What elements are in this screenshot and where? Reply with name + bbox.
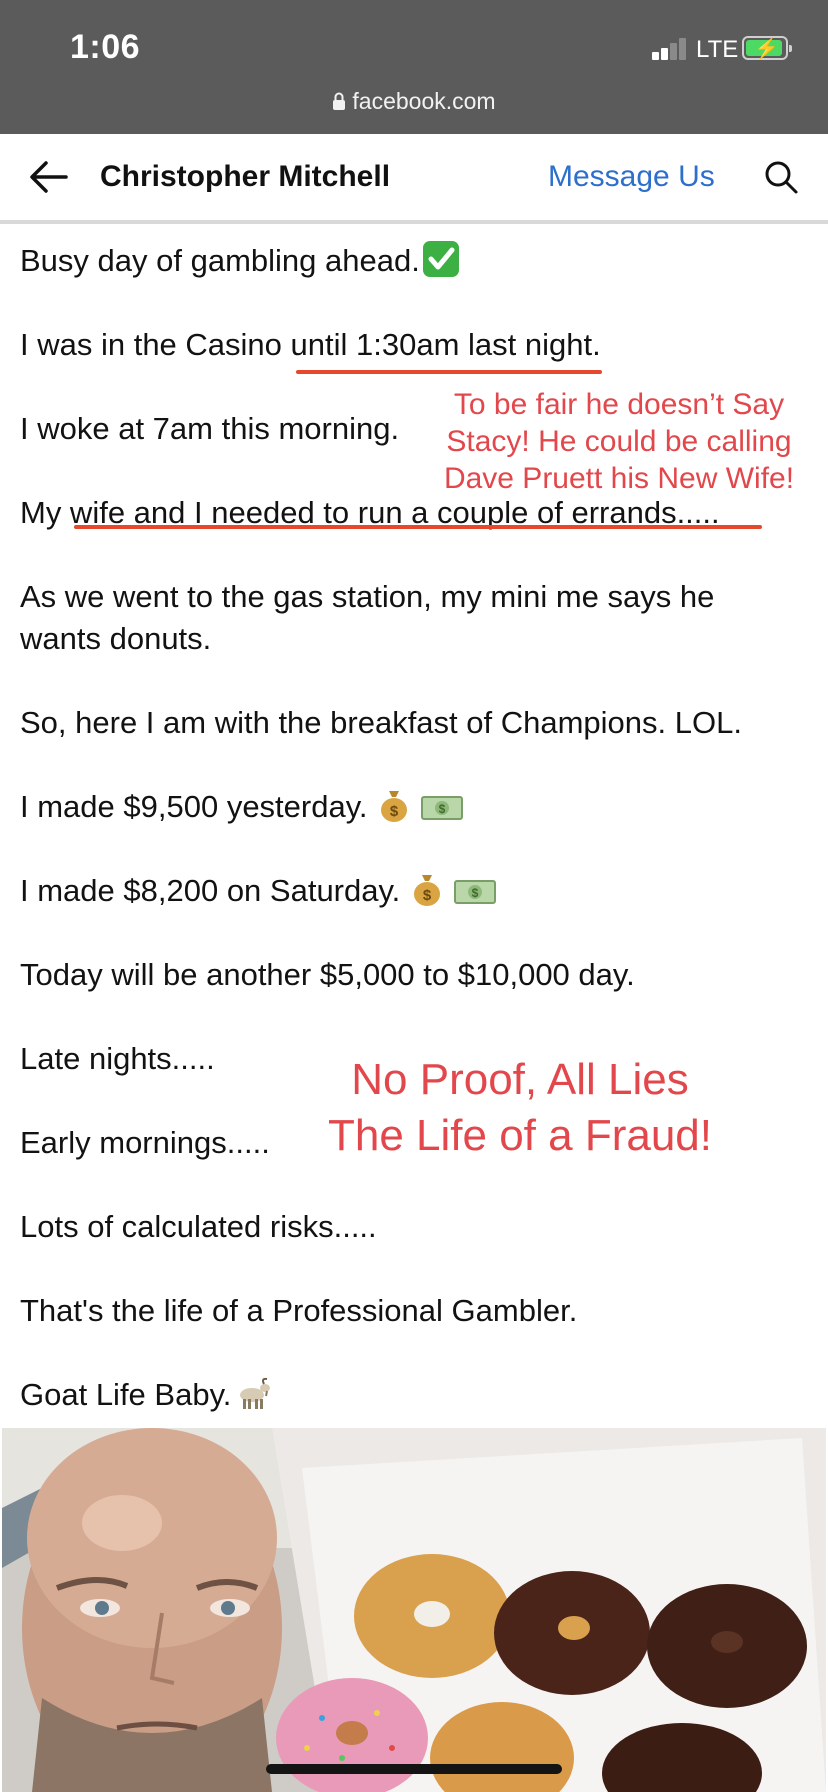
- post-line: Lots of calculated risks.....: [20, 1209, 377, 1244]
- svg-text:$: $: [390, 803, 399, 820]
- search-icon[interactable]: [762, 158, 800, 196]
- post-line: I made $9,500 yesterday. $ $: [20, 786, 463, 834]
- post-line: Late nights.....: [20, 1041, 215, 1076]
- money-bag-emoji: $: [378, 787, 410, 834]
- post-line: Busy day of gambling ahead.: [20, 240, 462, 288]
- annotation-headline: No Proof, All Lies The Life of a Fraud!: [328, 1055, 712, 1160]
- post-line: Today will be another $5,000 to $10,000 …: [20, 957, 635, 992]
- page-title[interactable]: Christopher Mitchell: [100, 160, 390, 194]
- battery-charging-icon: ⚡: [742, 36, 792, 60]
- goat-emoji: [233, 1377, 273, 1422]
- money-bag-emoji: $: [411, 871, 443, 918]
- lock-icon: [332, 89, 346, 116]
- post-line: As we went to the gas station, my mini m…: [20, 579, 715, 614]
- annotation-note: To be fair he doesn’t Say Stacy! He coul…: [443, 388, 795, 495]
- post-line: Early mornings.....: [20, 1125, 270, 1160]
- post-line: That's the life of a Professional Gamble…: [20, 1293, 578, 1328]
- annotation-underline: [296, 370, 602, 374]
- post-line: So, here I am with the breakfast of Cham…: [20, 705, 742, 740]
- home-indicator: [266, 1764, 562, 1774]
- status-bar: 1:06 LTE ⚡ facebook.com: [0, 0, 828, 134]
- post-line: wants donuts.: [20, 621, 212, 656]
- url-text: facebook.com: [352, 88, 496, 114]
- dollar-banknote-emoji: $: [453, 876, 496, 918]
- check-mark-emoji: [422, 241, 462, 288]
- page-header: Christopher Mitchell Message Us: [0, 134, 828, 224]
- post-line: I made $8,200 on Saturday. $ $: [20, 870, 496, 918]
- network-type: LTE: [696, 36, 739, 63]
- post-photo[interactable]: [2, 1428, 826, 1792]
- post-line: I woke at 7am this morning.: [20, 411, 400, 446]
- svg-text:$: $: [423, 887, 432, 904]
- svg-text:$: $: [438, 802, 445, 816]
- message-us-button[interactable]: Message Us: [548, 160, 715, 194]
- back-arrow-icon[interactable]: [28, 156, 70, 198]
- url-bar[interactable]: facebook.com: [0, 88, 828, 116]
- status-time: 1:06: [70, 28, 141, 66]
- post-line: I was in the Casino until 1:30am last ni…: [20, 327, 601, 362]
- post-line: Goat Life Baby.: [20, 1374, 273, 1422]
- signal-strength-icon: [652, 38, 688, 60]
- svg-text:$: $: [471, 886, 478, 900]
- annotation-underline: [74, 525, 762, 529]
- dollar-banknote-emoji: $: [420, 792, 463, 834]
